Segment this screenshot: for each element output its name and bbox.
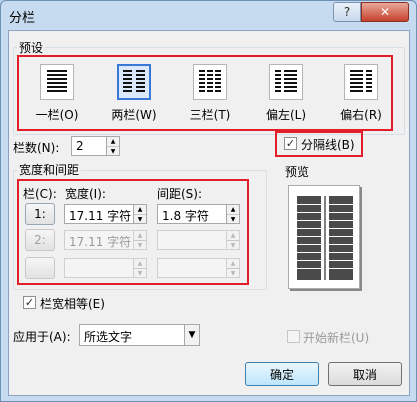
apply-to-dropdown-icon[interactable]: ▼ [184, 324, 200, 346]
preset-left-narrow[interactable]: 偏左(L) [260, 64, 312, 123]
dialog-body: 预设 一栏(O) 两栏(W) 三栏(T) 偏左(L) 偏右(R) 栏数(N): … [8, 30, 410, 396]
column-2-width-spinner: ▲ ▼ [133, 230, 147, 250]
two-columns-icon [117, 64, 151, 100]
preview-label: 预览 [285, 165, 310, 179]
column-3-spacing-spinner: ▲ ▼ [226, 258, 240, 278]
preview-page [288, 185, 360, 289]
help-button[interactable]: ? [333, 2, 361, 22]
dialog-title: 分栏 [9, 11, 36, 26]
presets-label: 预设 [17, 39, 46, 56]
cancel-button[interactable]: 取消 [328, 362, 402, 386]
ok-button[interactable]: 确定 [245, 362, 319, 386]
column-3-spacing-input [157, 258, 227, 278]
close-button[interactable]: ✕ [361, 2, 409, 22]
left-narrow-icon [269, 64, 303, 100]
preset-one-column-label: 一栏(O) [35, 108, 79, 122]
preset-one-column[interactable]: 一栏(O) [32, 64, 82, 123]
new-column-checkbox [287, 330, 300, 343]
column-1-spacing-input[interactable]: 1.8 字符 [157, 204, 227, 224]
column-1-button[interactable]: 1: [25, 203, 55, 225]
column-2-spacing-input [157, 230, 227, 250]
preset-right-narrow[interactable]: 偏右(R) [335, 64, 387, 123]
width-spacing-label: 宽度和间距 [17, 161, 82, 178]
title-bar: 分栏 ? ✕ [1, 1, 416, 31]
equal-width-checkbox[interactable]: ✓ [23, 296, 36, 309]
spacing-header: 间距(S): [157, 187, 203, 201]
preset-right-narrow-label: 偏右(R) [340, 108, 382, 122]
column-1-spacing-spinner[interactable]: ▲ ▼ [226, 204, 240, 224]
width-header: 宽度(I): [65, 187, 106, 201]
separator-checkbox[interactable]: ✓ [284, 137, 297, 150]
column-3-button [25, 257, 55, 279]
apply-to-select[interactable]: 所选文字 [79, 324, 185, 346]
column-count-label: 栏数(N): [13, 141, 60, 155]
preset-two-columns[interactable]: 两栏(W) [106, 64, 162, 123]
preset-two-columns-label: 两栏(W) [111, 108, 157, 122]
right-narrow-icon [344, 64, 378, 100]
column-2-button: 2: [25, 229, 55, 251]
preview-columns-graphic [297, 196, 353, 280]
dialog-window: 分栏 ? ✕ 预设 一栏(O) 两栏(W) 三栏(T) 偏左(L) 偏右(R) … [0, 0, 417, 402]
column-count-input[interactable]: 2 [71, 136, 107, 156]
new-column-label: 开始新栏(U) [303, 331, 370, 345]
preset-three-columns[interactable]: 三栏(T) [184, 64, 236, 123]
preset-three-columns-label: 三栏(T) [189, 108, 231, 122]
apply-to-label: 应用于(A): [13, 330, 71, 344]
preset-left-narrow-label: 偏左(L) [265, 108, 307, 122]
column-2-spacing-spinner: ▲ ▼ [226, 230, 240, 250]
col-header: 栏(C): [23, 187, 57, 201]
column-1-width-input[interactable]: 17.11 字符 [64, 204, 134, 224]
column-1-width-spinner[interactable]: ▲ ▼ [133, 204, 147, 224]
column-2-width-input: 17.11 字符 [64, 230, 134, 250]
equal-width-label: 栏宽相等(E) [40, 297, 105, 311]
column-3-width-spinner: ▲ ▼ [133, 258, 147, 278]
column-3-width-input [64, 258, 134, 278]
separator-label: 分隔线(B) [301, 138, 355, 152]
three-columns-icon [193, 64, 227, 100]
one-column-icon [40, 64, 74, 100]
column-count-spinner[interactable]: ▲ ▼ [106, 136, 120, 156]
